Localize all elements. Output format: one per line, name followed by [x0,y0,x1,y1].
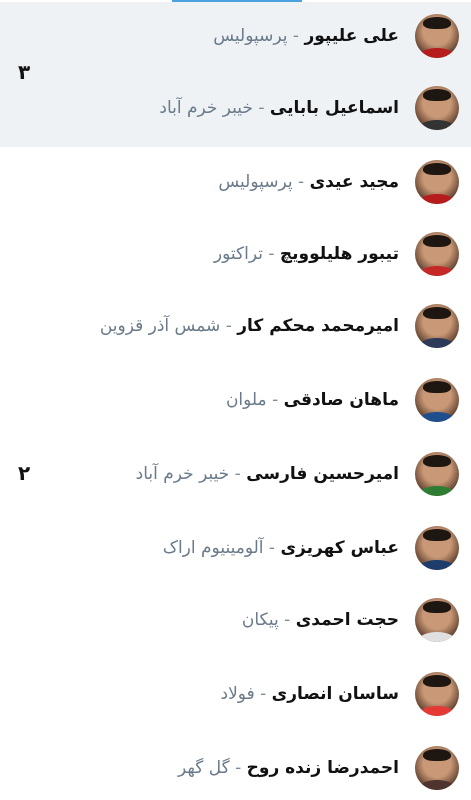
player-name: اسماعیل بابایی [269,98,399,118]
player-team: فولاد [220,684,255,704]
player-row[interactable]: علی علیپور - پرسپولیس [0,14,471,58]
player-team: خیبر خرم آباد [159,98,253,118]
player-avatar [415,14,459,58]
player-row[interactable]: ساسان انصاری - فولاد [0,672,471,716]
player-name: حجت احمدی [295,610,399,630]
player-team: گل گهر [177,758,230,778]
separator: - [235,758,242,778]
player-row[interactable]: عباس کهریزی - آلومینیوم اراک [0,526,471,570]
player-row[interactable]: امیرحسین فارسی - خیبر خرم آباد [0,452,471,496]
player-row[interactable]: حجت احمدی - پیکان [0,598,471,642]
separator: - [272,390,279,410]
separator: - [260,684,267,704]
player-avatar [415,160,459,204]
player-team: آلومینیوم اراک [162,538,264,558]
player-name: امیرحسین فارسی [246,464,399,484]
player-name: ماهان صادقی [283,390,399,410]
player-team: تراکتور [213,244,263,264]
player-row[interactable]: اسماعیل بابایی - خیبر خرم آباد [0,86,471,130]
player-name: امیرمحمد محکم کار [237,316,399,336]
player-team: شمس آذر قزوین [99,316,221,336]
separator: - [292,26,300,46]
player-name: مجید عیدی [309,172,399,192]
player-team: خیبر خرم آباد [135,464,230,484]
player-row[interactable]: تیبور هلیلوویچ - تراکتور [0,232,471,276]
player-team: ملوان [225,390,267,410]
player-avatar [415,232,459,276]
player-avatar [415,746,459,790]
player-avatar [415,672,459,716]
player-row[interactable]: احمدرضا زنده روح - گل گهر [0,746,471,790]
player-avatar [415,86,459,130]
separator: - [258,98,265,118]
group-rank-label: ۳ [18,60,31,84]
separator: - [268,244,275,264]
player-avatar [415,598,459,642]
player-row[interactable]: ماهان صادقی - ملوان [0,378,471,422]
player-name: تیبور هلیلوویچ [279,244,399,264]
player-name: احمدرضا زنده روح [246,758,399,778]
separator: - [225,316,232,336]
player-avatar [415,526,459,570]
player-avatar [415,452,459,496]
separator: - [268,538,276,558]
player-team: پیکان [241,610,279,630]
separator: - [284,610,291,630]
player-name: علی علیپور [304,26,399,46]
separator: - [298,172,305,192]
player-avatar [415,304,459,348]
player-row[interactable]: مجید عیدی - پرسپولیس [0,160,471,204]
separator: - [234,464,241,484]
player-name: عباس کهریزی [280,538,399,558]
player-name: ساسان انصاری [271,684,399,704]
player-team: پرسپولیس [218,172,293,192]
player-team: پرسپولیس [213,26,288,46]
group-rank-label: ۲ [18,461,31,485]
player-avatar [415,378,459,422]
player-row[interactable]: امیرمحمد محکم کار - شمس آذر قزوین [0,304,471,348]
